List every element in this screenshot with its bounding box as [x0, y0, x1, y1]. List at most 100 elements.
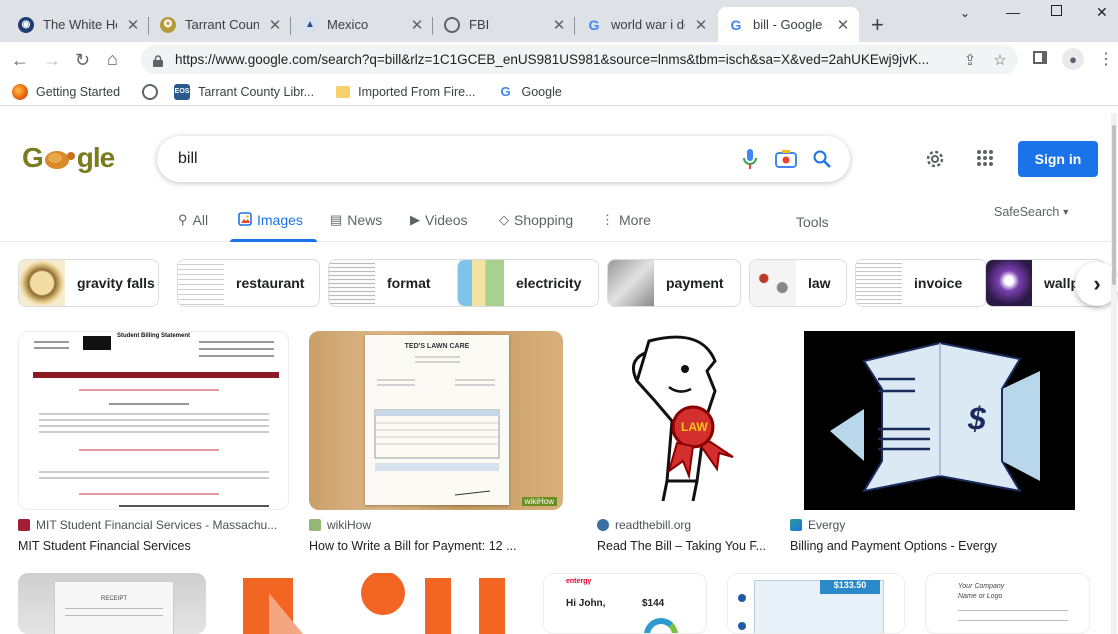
minimize-icon[interactable]: — [1006, 4, 1020, 20]
close-tab-icon[interactable]: ✕ [551, 16, 567, 34]
result-thumbnail-law-cartoon[interactable]: LAW [597, 331, 770, 510]
mit-favicon-icon [18, 519, 30, 531]
result-thumbnail-lawn-care-bill[interactable]: TED'S LAWN CARE wikiHow [309, 331, 563, 510]
globe-icon [444, 16, 460, 33]
tools-button[interactable]: Tools [796, 212, 829, 232]
microphone-icon[interactable] [732, 149, 768, 169]
chip-invoice[interactable]: invoice [855, 259, 987, 307]
close-tab-icon[interactable]: ✕ [693, 16, 709, 34]
forward-icon[interactable]: → [43, 50, 61, 71]
search-icon[interactable] [804, 150, 840, 168]
bookmarks-bar: Getting Started EOS Tarrant County Libr.… [0, 78, 1118, 106]
globe-icon [142, 83, 159, 100]
evergy-favicon-icon [790, 519, 802, 531]
address-bar[interactable]: https://www.google.com/search?q=bill&rlz… [141, 45, 1018, 74]
result-source[interactable]: MIT Student Financial Services - Massach… [18, 518, 289, 532]
sign-in-button[interactable]: Sign in [1018, 141, 1098, 177]
bookmark-item[interactable]: Getting Started [12, 83, 120, 100]
browser-toolbar: ← → ↻ ⌂ https://www.google.com/search?q=… [0, 42, 1118, 78]
more-vert-icon: ⋮ [601, 212, 614, 227]
image-icon [238, 211, 252, 229]
image-result[interactable]: Student Billing Statement MIT Student Fi… [18, 331, 289, 553]
result-caption[interactable]: Read The Bill – Taking You F... [597, 539, 770, 553]
result-source[interactable]: readthebill.org [597, 518, 770, 532]
browser-tab[interactable]: ✪ Tarrant County ✕ [150, 7, 291, 42]
safesearch-dropdown[interactable]: SafeSearch ▼ [994, 202, 1070, 222]
chip-format[interactable]: format [328, 259, 468, 307]
bookmark-star-icon[interactable]: ☆ [988, 51, 1012, 69]
profile-avatar-icon[interactable]: ● [1062, 48, 1084, 70]
result-thumbnail-evergy-bill[interactable]: $ [790, 331, 1089, 510]
scrollbar-thumb[interactable] [1112, 125, 1116, 285]
tab-images[interactable]: Images [238, 210, 303, 230]
back-icon[interactable]: ← [11, 50, 29, 71]
google-icon: G [500, 84, 511, 99]
image-result[interactable]: $ Evergy Billing and Payment Options - E… [790, 331, 1089, 553]
result-source[interactable]: wikiHow [309, 518, 563, 532]
browser-tab[interactable]: ◉ The White Hou ✕ [8, 7, 149, 42]
close-tab-icon[interactable]: ✕ [835, 16, 851, 34]
active-tab-indicator [230, 239, 317, 242]
result-caption[interactable]: How to Write a Bill for Payment: 12 ... [309, 539, 563, 553]
wordpress-favicon-icon [597, 519, 609, 531]
image-result-invoice-template[interactable]: Your Company Name or Logo [925, 573, 1090, 634]
close-tab-icon[interactable]: ✕ [409, 16, 425, 34]
share-icon[interactable]: ⇪ [958, 51, 982, 69]
result-caption[interactable]: Billing and Payment Options - Evergy [790, 539, 1089, 553]
home-icon[interactable]: ⌂ [107, 49, 118, 70]
image-result-receipt[interactable]: RECEIPT [18, 573, 206, 634]
new-tab-button[interactable]: + [871, 12, 884, 38]
bookmark-item[interactable]: G Google [498, 84, 561, 100]
close-tab-icon[interactable]: ✕ [125, 16, 141, 34]
tab-news[interactable]: ▤ News [330, 210, 382, 230]
browser-tab[interactable]: G world war i det ✕ [576, 7, 717, 42]
tab-shopping[interactable]: ◇ Shopping [499, 210, 573, 230]
tab-more[interactable]: ⋮ More [601, 210, 651, 230]
wikihow-favicon-icon [309, 519, 321, 531]
chip-thumbnail [750, 260, 796, 306]
apps-grid-icon[interactable] [976, 149, 994, 172]
bookmark-item[interactable]: EOS Tarrant County Libr... [174, 83, 314, 100]
folder-icon [336, 85, 351, 98]
wikihow-watermark: wikiHow [521, 497, 557, 506]
maximize-icon[interactable] [1051, 5, 1062, 16]
caret-down-icon: ▼ [1061, 207, 1071, 217]
bookmark-item[interactable]: Imported From Fire... [336, 85, 476, 99]
image-result-bill-explainer[interactable]: $133.50 [727, 573, 905, 634]
image-result-bill-logo[interactable] [233, 573, 523, 634]
camera-lens-icon[interactable] [768, 150, 804, 168]
chip-electricity[interactable]: electricity [457, 259, 599, 307]
image-result-entergy-bill[interactable]: entergy Hi John, $144 [543, 573, 707, 634]
result-caption[interactable]: MIT Student Financial Services [18, 539, 289, 553]
paper-bill: TED'S LAWN CARE [365, 335, 509, 505]
google-doodle-logo[interactable]: Ggle [22, 142, 115, 174]
chip-payment[interactable]: payment [607, 259, 741, 307]
google-icon: G [588, 16, 600, 33]
close-window-icon[interactable]: ✕ [1096, 4, 1108, 21]
bookmark-item[interactable] [142, 83, 166, 100]
result-source[interactable]: Evergy [790, 518, 1089, 532]
close-tab-icon[interactable]: ✕ [267, 16, 283, 34]
browser-tab-active[interactable]: G bill - Google S ✕ [718, 7, 859, 42]
search-box[interactable] [157, 136, 850, 182]
tag-icon: ◇ [499, 212, 509, 227]
tab-videos[interactable]: ▶ Videos [410, 210, 468, 230]
browser-tab[interactable]: FBI ✕ [434, 7, 575, 42]
side-panel-icon[interactable] [1033, 51, 1047, 64]
settings-gear-icon[interactable] [924, 148, 946, 175]
tab-all[interactable]: ⚲ All [178, 210, 208, 230]
chip-thumbnail [329, 260, 375, 306]
result-thumbnail-billing-statement[interactable]: Student Billing Statement [18, 331, 289, 510]
chip-thumbnail [19, 260, 65, 306]
image-result[interactable]: TED'S LAWN CARE wikiHow wikiHow How to W… [309, 331, 563, 553]
browser-tab[interactable]: ▲ Mexico ✕ [292, 7, 433, 42]
chip-law[interactable]: law [749, 259, 847, 307]
chip-gravity-falls[interactable]: gravity falls [18, 259, 159, 307]
image-result[interactable]: LAW readthebill.org Read The Bill – Taki… [597, 331, 770, 553]
menu-kebab-icon[interactable]: ⋮ [1098, 49, 1114, 69]
reload-icon[interactable]: ↻ [75, 50, 90, 71]
search-input[interactable] [178, 150, 732, 168]
related-search-chips: gravity falls restaurant format electric… [18, 259, 1118, 307]
tab-search-icon[interactable]: ⌄ [960, 6, 970, 20]
chip-restaurant[interactable]: restaurant [177, 259, 320, 307]
